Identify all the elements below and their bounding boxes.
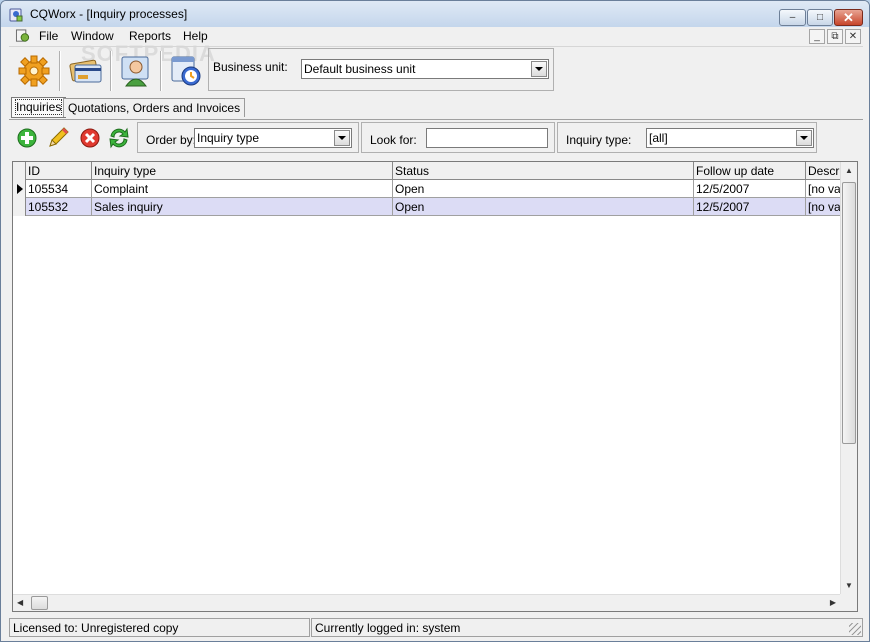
- row-indicator: [13, 198, 26, 216]
- edit-pencil-icon: [49, 127, 69, 147]
- menu-reports[interactable]: Reports: [129, 29, 171, 43]
- business-unit-label: Business unit:: [213, 60, 288, 74]
- delete-button[interactable]: [78, 126, 102, 150]
- credit-card-icon: [69, 59, 102, 83]
- scroll-up-icon[interactable]: ▲: [845, 166, 853, 175]
- inquiry-type-label: Inquiry type:: [566, 133, 632, 147]
- calendar-button[interactable]: [163, 50, 209, 92]
- toolbar-separator: [110, 51, 112, 91]
- logged-in-status: Currently logged in: system: [311, 618, 863, 637]
- cell-status: Open: [393, 198, 694, 216]
- window-title: CQWorx - [Inquiry processes]: [30, 7, 188, 21]
- vertical-scroll-thumb[interactable]: [842, 182, 856, 444]
- mdi-minimize-button[interactable]: _: [809, 29, 825, 44]
- inquiry-type-select[interactable]: [all]: [646, 128, 814, 148]
- add-button[interactable]: [15, 126, 39, 150]
- license-status: Licensed to: Unregistered copy: [9, 618, 310, 637]
- look-for-panel: Look for:: [361, 122, 555, 153]
- look-for-input[interactable]: [426, 128, 548, 148]
- business-unit-panel: Business unit: Default business unit: [208, 48, 554, 91]
- mdi-close-button[interactable]: ✕: [845, 29, 861, 44]
- main-toolbar: Business unit: Default business unit: [9, 46, 863, 94]
- order-by-label: Order by:: [146, 133, 197, 147]
- scroll-down-icon[interactable]: ▼: [845, 581, 853, 590]
- refresh-button[interactable]: [107, 126, 131, 150]
- menu-bar: File Window Reports Help _ ⧉ ✕: [9, 27, 863, 46]
- column-header-follow-up-date[interactable]: Follow up date: [694, 162, 806, 180]
- column-header-inquiry-type[interactable]: Inquiry type: [92, 162, 393, 180]
- edit-button[interactable]: [46, 126, 70, 150]
- column-header-id[interactable]: ID: [26, 162, 92, 180]
- title-bar[interactable]: CQWorx - [Inquiry processes] – □ ✕: [1, 1, 869, 27]
- status-bar: Licensed to: Unregistered copy Currently…: [9, 617, 863, 637]
- grid-header: ID Inquiry type Status Follow up date De…: [13, 162, 846, 180]
- column-header-status[interactable]: Status: [393, 162, 694, 180]
- menu-file[interactable]: File: [39, 29, 58, 43]
- delete-icon: [80, 128, 100, 148]
- row-indicator-header: [13, 162, 26, 180]
- inquiry-type-value: [all]: [649, 131, 668, 145]
- tab-label: Quotations, Orders and Invoices: [68, 101, 241, 115]
- tab-quotations-orders-invoices[interactable]: Quotations, Orders and Invoices: [63, 98, 246, 117]
- chevron-down-icon[interactable]: [796, 130, 812, 146]
- table-row[interactable]: 105532 Sales inquiry Open 12/5/2007 [no …: [13, 198, 846, 216]
- current-row-indicator: [13, 180, 26, 198]
- vertical-scrollbar[interactable]: ▲ ▼: [840, 162, 857, 594]
- chevron-down-icon[interactable]: [334, 130, 350, 146]
- tab-label: Inquiries: [14, 99, 63, 115]
- menu-help[interactable]: Help: [183, 29, 208, 43]
- close-button[interactable]: ✕: [834, 9, 863, 26]
- menu-window[interactable]: Window: [71, 29, 114, 43]
- order-by-panel: Order by: Inquiry type: [137, 122, 359, 153]
- chevron-down-icon[interactable]: [531, 61, 547, 77]
- calendar-clock-icon: [171, 56, 201, 86]
- settings-gear-icon: [18, 55, 50, 87]
- horizontal-scrollbar[interactable]: ◀ ▶: [13, 594, 840, 611]
- business-unit-select[interactable]: Default business unit: [301, 59, 549, 79]
- tab-inquiries[interactable]: Inquiries: [11, 97, 67, 118]
- cell-id: 105534: [26, 180, 92, 198]
- resize-grip-icon[interactable]: [849, 623, 861, 635]
- look-for-label: Look for:: [370, 133, 417, 147]
- table-row[interactable]: 105534 Complaint Open 12/5/2007 [no valu…: [13, 180, 846, 198]
- scroll-left-icon[interactable]: ◀: [17, 598, 23, 607]
- scrollbar-corner: [840, 594, 857, 611]
- payments-button[interactable]: [63, 50, 109, 92]
- cell-id: 105532: [26, 198, 92, 216]
- settings-button[interactable]: [11, 50, 57, 92]
- minimize-button[interactable]: –: [779, 9, 806, 26]
- inquiry-type-panel: Inquiry type: [all]: [557, 122, 817, 153]
- child-window-icon: [15, 29, 30, 42]
- cell-follow-up-date: 12/5/2007: [694, 180, 806, 198]
- app-icon: [9, 8, 23, 22]
- contact-person-icon: [121, 56, 149, 87]
- scroll-right-icon[interactable]: ▶: [830, 598, 836, 607]
- inquiries-grid[interactable]: ID Inquiry type Status Follow up date De…: [12, 161, 858, 612]
- horizontal-scroll-thumb[interactable]: [31, 596, 48, 610]
- toolbar-separator: [59, 51, 61, 91]
- refresh-icon: [109, 127, 129, 149]
- cell-status: Open: [393, 180, 694, 198]
- add-icon: [17, 128, 37, 148]
- main-window: CQWorx - [Inquiry processes] – □ ✕ File …: [0, 0, 870, 642]
- cell-inquiry-type: Sales inquiry: [92, 198, 393, 216]
- order-by-value: Inquiry type: [197, 131, 260, 145]
- contacts-button[interactable]: [113, 50, 159, 92]
- toolbar-separator: [160, 51, 162, 91]
- maximize-button[interactable]: □: [807, 9, 833, 26]
- cell-follow-up-date: 12/5/2007: [694, 198, 806, 216]
- business-unit-value: Default business unit: [304, 62, 416, 76]
- mdi-restore-button[interactable]: ⧉: [827, 29, 843, 44]
- tab-strip: Inquiries Quotations, Orders and Invoice…: [9, 97, 863, 119]
- order-by-select[interactable]: Inquiry type: [194, 128, 352, 148]
- filter-bar: Order by: Inquiry type Look for: Inquiry…: [9, 119, 863, 155]
- cell-inquiry-type: Complaint: [92, 180, 393, 198]
